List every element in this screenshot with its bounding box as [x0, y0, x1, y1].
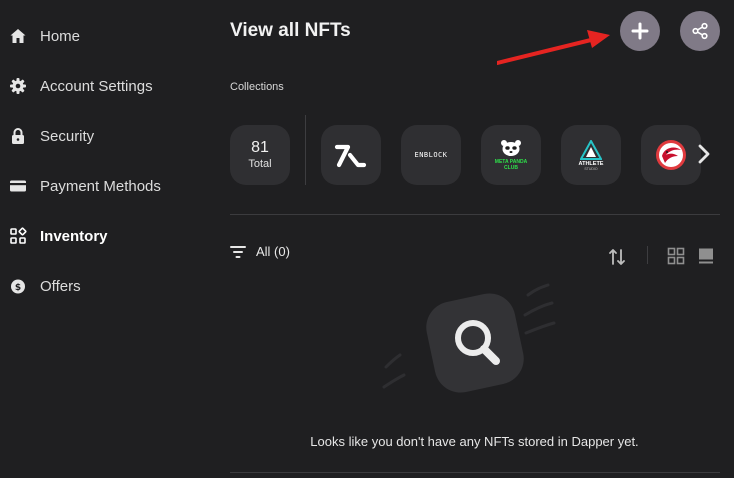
sidebar-item-offers[interactable]: $ Offers — [0, 266, 215, 306]
sidebar-item-home[interactable]: Home — [0, 16, 215, 56]
sidebar-item-label: Payment Methods — [40, 177, 161, 195]
athlete-studio-icon — [580, 139, 602, 160]
filter-icon — [230, 245, 246, 258]
atlanta-hawks-logo — [656, 140, 686, 170]
filter-label: All (0) — [256, 244, 290, 259]
gear-icon — [9, 77, 27, 95]
sidebar-item-payment-methods[interactable]: Payment Methods — [0, 166, 215, 206]
onefootball-logo — [334, 144, 367, 168]
lock-icon — [9, 127, 27, 145]
sidebar-item-label: Account Settings — [40, 77, 153, 95]
offers-icon: $ — [9, 277, 27, 295]
divider — [230, 214, 720, 215]
collection-tile-meta-panda-club[interactable]: META PANDA CLUB — [481, 125, 541, 185]
main-content: View all NFTs Collections 81 Total ENBLO… — [215, 0, 734, 478]
athlete-studio-subtext: STUDIO — [584, 166, 598, 171]
sidebar-item-label: Home — [40, 27, 81, 45]
large-view-icon[interactable] — [697, 247, 715, 265]
divider — [230, 472, 720, 473]
credit-card-icon — [9, 177, 27, 195]
empty-state-message: Looks like you don't have any NFTs store… — [310, 434, 639, 449]
collection-tile-athlete-studio[interactable]: ATHLETE STUDIO — [561, 125, 621, 185]
inventory-icon — [9, 227, 27, 245]
collection-tile-onefootball[interactable] — [321, 125, 381, 185]
collection-total-tile[interactable]: 81 Total — [230, 125, 290, 185]
sort-icon[interactable] — [608, 247, 626, 267]
red-arrow-annotation — [497, 30, 610, 65]
filter-dropdown[interactable]: All (0) — [230, 244, 290, 259]
divider — [305, 115, 306, 185]
sidebar-item-security[interactable]: Security — [0, 116, 215, 156]
page-title: View all NFTs — [230, 20, 351, 41]
home-icon — [9, 27, 27, 45]
sidebar-item-label: Security — [40, 127, 95, 145]
sidebar-item-account-settings[interactable]: Account Settings — [0, 66, 215, 106]
divider — [647, 246, 648, 264]
collection-tile-enbloc[interactable]: ENBLOCK — [401, 125, 461, 185]
total-count: 81 — [251, 139, 269, 156]
empty-state-illustration — [382, 283, 556, 393]
enbloc-logo: ENBLOCK — [414, 151, 448, 159]
panda-icon — [501, 140, 521, 156]
meta-panda-club-logo: META PANDA CLUB — [494, 159, 528, 171]
share-icon — [692, 22, 708, 40]
sidebar-item-label: Offers — [40, 277, 81, 295]
plus-icon — [631, 22, 649, 40]
sidebar: Home Account Settings Security Payment M… — [0, 0, 215, 478]
svg-text:$: $ — [15, 283, 21, 293]
collection-tile-atlanta-hawks[interactable] — [641, 125, 701, 185]
collections-label: Collections — [230, 81, 284, 93]
chevron-right-icon[interactable] — [695, 142, 713, 166]
grid-view-icon[interactable] — [667, 247, 685, 265]
sidebar-item-inventory[interactable]: Inventory — [0, 216, 215, 256]
total-label: Total — [248, 158, 272, 170]
share-button[interactable] — [680, 11, 720, 51]
add-nft-button[interactable] — [620, 11, 660, 51]
sidebar-item-label: Inventory — [40, 227, 108, 245]
